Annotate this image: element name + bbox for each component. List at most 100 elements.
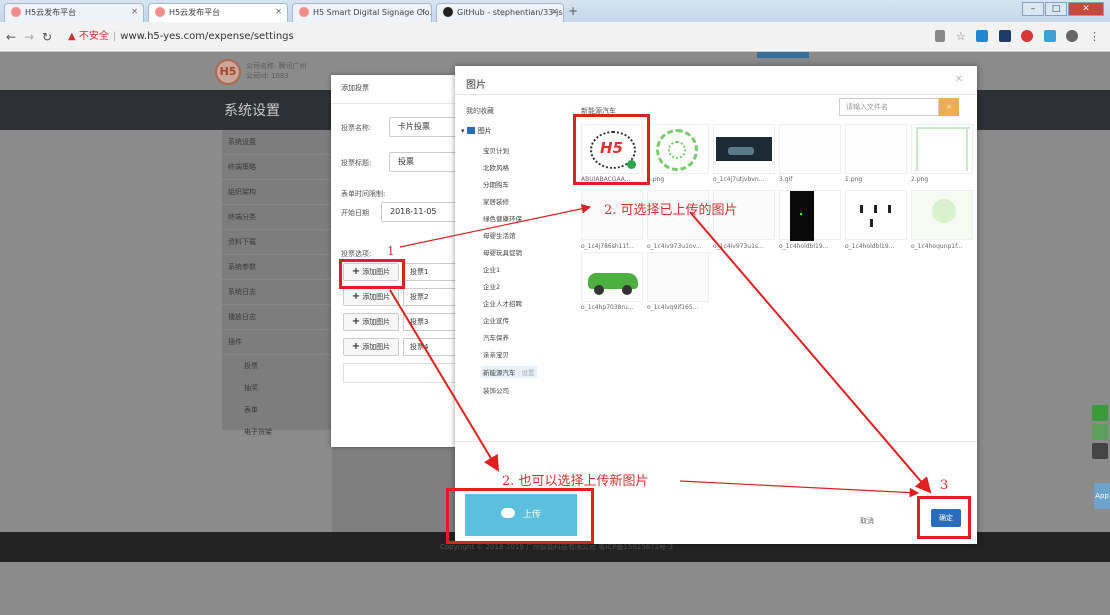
sidebar-subitem[interactable]: 抽奖 — [222, 377, 332, 399]
sidebar-subitem[interactable]: 表单 — [222, 399, 332, 421]
annotation-box-selected-image — [573, 114, 650, 185]
browser-tab[interactable]: H5云发布平台 ✕ — [4, 3, 144, 22]
add-image-button[interactable]: + 添加图片 — [343, 313, 399, 331]
annotation-step3: 3 — [940, 478, 949, 493]
github-icon — [443, 7, 453, 17]
key-icon[interactable] — [935, 30, 946, 42]
sidebar-item-plugins[interactable]: 插件 — [222, 330, 332, 355]
search-icon[interactable]: ⌕ — [939, 98, 959, 116]
close-tab-icon[interactable]: ✕ — [275, 7, 282, 16]
folder-item[interactable]: 汽车保养 — [483, 332, 509, 342]
image-name: 2.png — [911, 176, 929, 183]
image-name: o_1c4iv973u1s... — [713, 243, 764, 250]
window-controls: – □ ✕ — [1021, 2, 1104, 16]
close-tab-icon[interactable]: ✕ — [551, 7, 558, 16]
sidebar-item-settings[interactable]: 系统设置 — [222, 130, 332, 155]
add-image-button[interactable]: + 添加图片 — [343, 288, 399, 306]
image-thumb[interactable] — [911, 124, 973, 174]
browser-tab[interactable]: GitHub - stephentian/33-js-co...✕ — [436, 3, 564, 22]
image-thumb[interactable] — [779, 124, 841, 174]
folder-item[interactable]: 宝贝计划 — [483, 145, 509, 155]
extension-icon[interactable] — [998, 30, 1011, 42]
new-tab-button[interactable]: + — [568, 4, 586, 20]
image-thumb[interactable] — [845, 124, 907, 174]
header-accent — [757, 52, 809, 58]
menu-icon[interactable]: ⋮ — [1089, 30, 1100, 43]
add-image-button[interactable]: + 添加图片 — [343, 338, 399, 356]
image-name: 5.png — [647, 176, 665, 183]
image-thumb[interactable] — [779, 190, 841, 241]
company-logo: H5 — [215, 59, 241, 85]
image-thumb[interactable] — [845, 190, 907, 240]
reload-icon[interactable]: ↻ — [42, 30, 52, 44]
image-name: 1.png — [845, 176, 863, 183]
image-thumb[interactable] — [713, 124, 775, 174]
folder-item[interactable]: 绿色健康环保 — [483, 213, 522, 223]
sidebar-item[interactable]: 系统日志 — [222, 280, 332, 305]
address-bar: ← → ↻ ▲ 不安全 | www.h5-yes.com/expense/setti… — [0, 22, 1110, 52]
folder-item[interactable]: 北欧风格 — [483, 162, 509, 172]
folder-item[interactable]: 企业1 — [483, 264, 500, 274]
sidebar-subitem[interactable]: 投票 — [222, 355, 332, 377]
folder-setting-link[interactable]: 设置 — [522, 369, 535, 377]
close-window-icon[interactable]: ✕ — [1068, 2, 1104, 16]
folder-item[interactable]: 母婴生活馆 — [483, 230, 516, 240]
browser-tab-active[interactable]: H5云发布平台 ✕ — [148, 3, 288, 22]
image-thumb[interactable] — [911, 190, 973, 240]
image-name: o_1c4ivq9if165... — [647, 304, 699, 311]
profile-icon[interactable] — [1066, 30, 1079, 42]
folder-item[interactable]: 装饰公司 — [483, 385, 509, 395]
h5-favicon-icon — [299, 7, 309, 17]
close-icon[interactable]: ✕ — [955, 74, 963, 85]
image-thumb[interactable] — [581, 252, 643, 302]
folder-item[interactable]: 亲亲宝贝 — [483, 349, 509, 359]
sidebar-item[interactable]: 播放日志 — [222, 305, 332, 330]
app-side-tab[interactable]: App — [1094, 483, 1110, 509]
folder-item[interactable]: 企业宣传 — [483, 315, 509, 325]
image-thumb[interactable] — [647, 252, 709, 302]
browser-tab[interactable]: H5 Smart Digital Signage Clo... ✕ — [292, 3, 432, 22]
folder-item[interactable]: 企业人才招聘 — [483, 298, 522, 308]
sidebar-subitem[interactable]: 电子货架 — [222, 421, 332, 443]
h5-favicon-icon — [155, 7, 165, 17]
sidebar-item[interactable]: 系统参数 — [222, 255, 332, 280]
image-name: o_1c4holdbl19... — [779, 243, 829, 250]
url-field[interactable]: ▲ 不安全 | www.h5-yes.com/expense/settings — [68, 27, 938, 47]
folder-tree-root[interactable]: ▾ 图片 — [461, 126, 492, 136]
annotation-step2-upload: 2. 也可以选择上传新图片 — [502, 474, 649, 489]
download-icon[interactable] — [1092, 405, 1108, 421]
sidebar-item[interactable]: 终端策略 — [222, 155, 332, 180]
image-name: o_1c4j786sh11f... — [581, 243, 634, 250]
folder-item[interactable]: 家居装修 — [483, 196, 509, 206]
minimize-icon[interactable]: – — [1022, 2, 1044, 16]
extension-icon[interactable] — [976, 30, 989, 42]
company-info: 公司名称: 腾讯广州 公司id: 1083 — [246, 62, 307, 80]
image-name: o_1c4hp7038ru... — [581, 304, 634, 311]
folder-item[interactable]: 分期购车 — [483, 179, 509, 189]
side-toolbar — [1092, 405, 1110, 462]
annotation-box-upload — [446, 488, 594, 544]
file-search-input[interactable]: 请输入文件名 — [839, 98, 939, 116]
folder-item[interactable]: 母婴玩具促销 — [483, 247, 522, 257]
close-tab-icon[interactable]: ✕ — [131, 7, 138, 16]
maximize-icon[interactable]: □ — [1045, 2, 1067, 16]
forward-icon[interactable]: → — [24, 30, 34, 44]
back-icon[interactable]: ← — [6, 30, 16, 44]
image-thumb[interactable] — [647, 124, 709, 174]
sidebar-item[interactable]: 资料下载 — [222, 230, 332, 255]
image-icon[interactable] — [1092, 424, 1108, 440]
close-tab-icon[interactable]: ✕ — [419, 7, 426, 16]
extension-icon[interactable] — [1043, 30, 1056, 42]
folder-icon — [466, 127, 475, 134]
sidebar-item[interactable]: 组织架构 — [222, 180, 332, 205]
favorites-label[interactable]: 我的收藏 — [466, 106, 494, 116]
sidebar-item[interactable]: 终端分类 — [222, 205, 332, 230]
star-icon[interactable]: ☆ — [956, 30, 966, 43]
folder-item-selected[interactable]: 新能源汽车 设置 — [481, 366, 537, 378]
annotation-box-confirm — [917, 496, 971, 539]
extension-icon[interactable] — [1021, 30, 1034, 42]
cancel-button[interactable]: 取消 — [860, 516, 874, 526]
browser-tabbar: H5云发布平台 ✕ H5云发布平台 ✕ H5 Smart Digital Signa… — [0, 0, 1110, 22]
folder-item[interactable]: 企业2 — [483, 281, 500, 291]
user-icon[interactable] — [1092, 443, 1108, 459]
